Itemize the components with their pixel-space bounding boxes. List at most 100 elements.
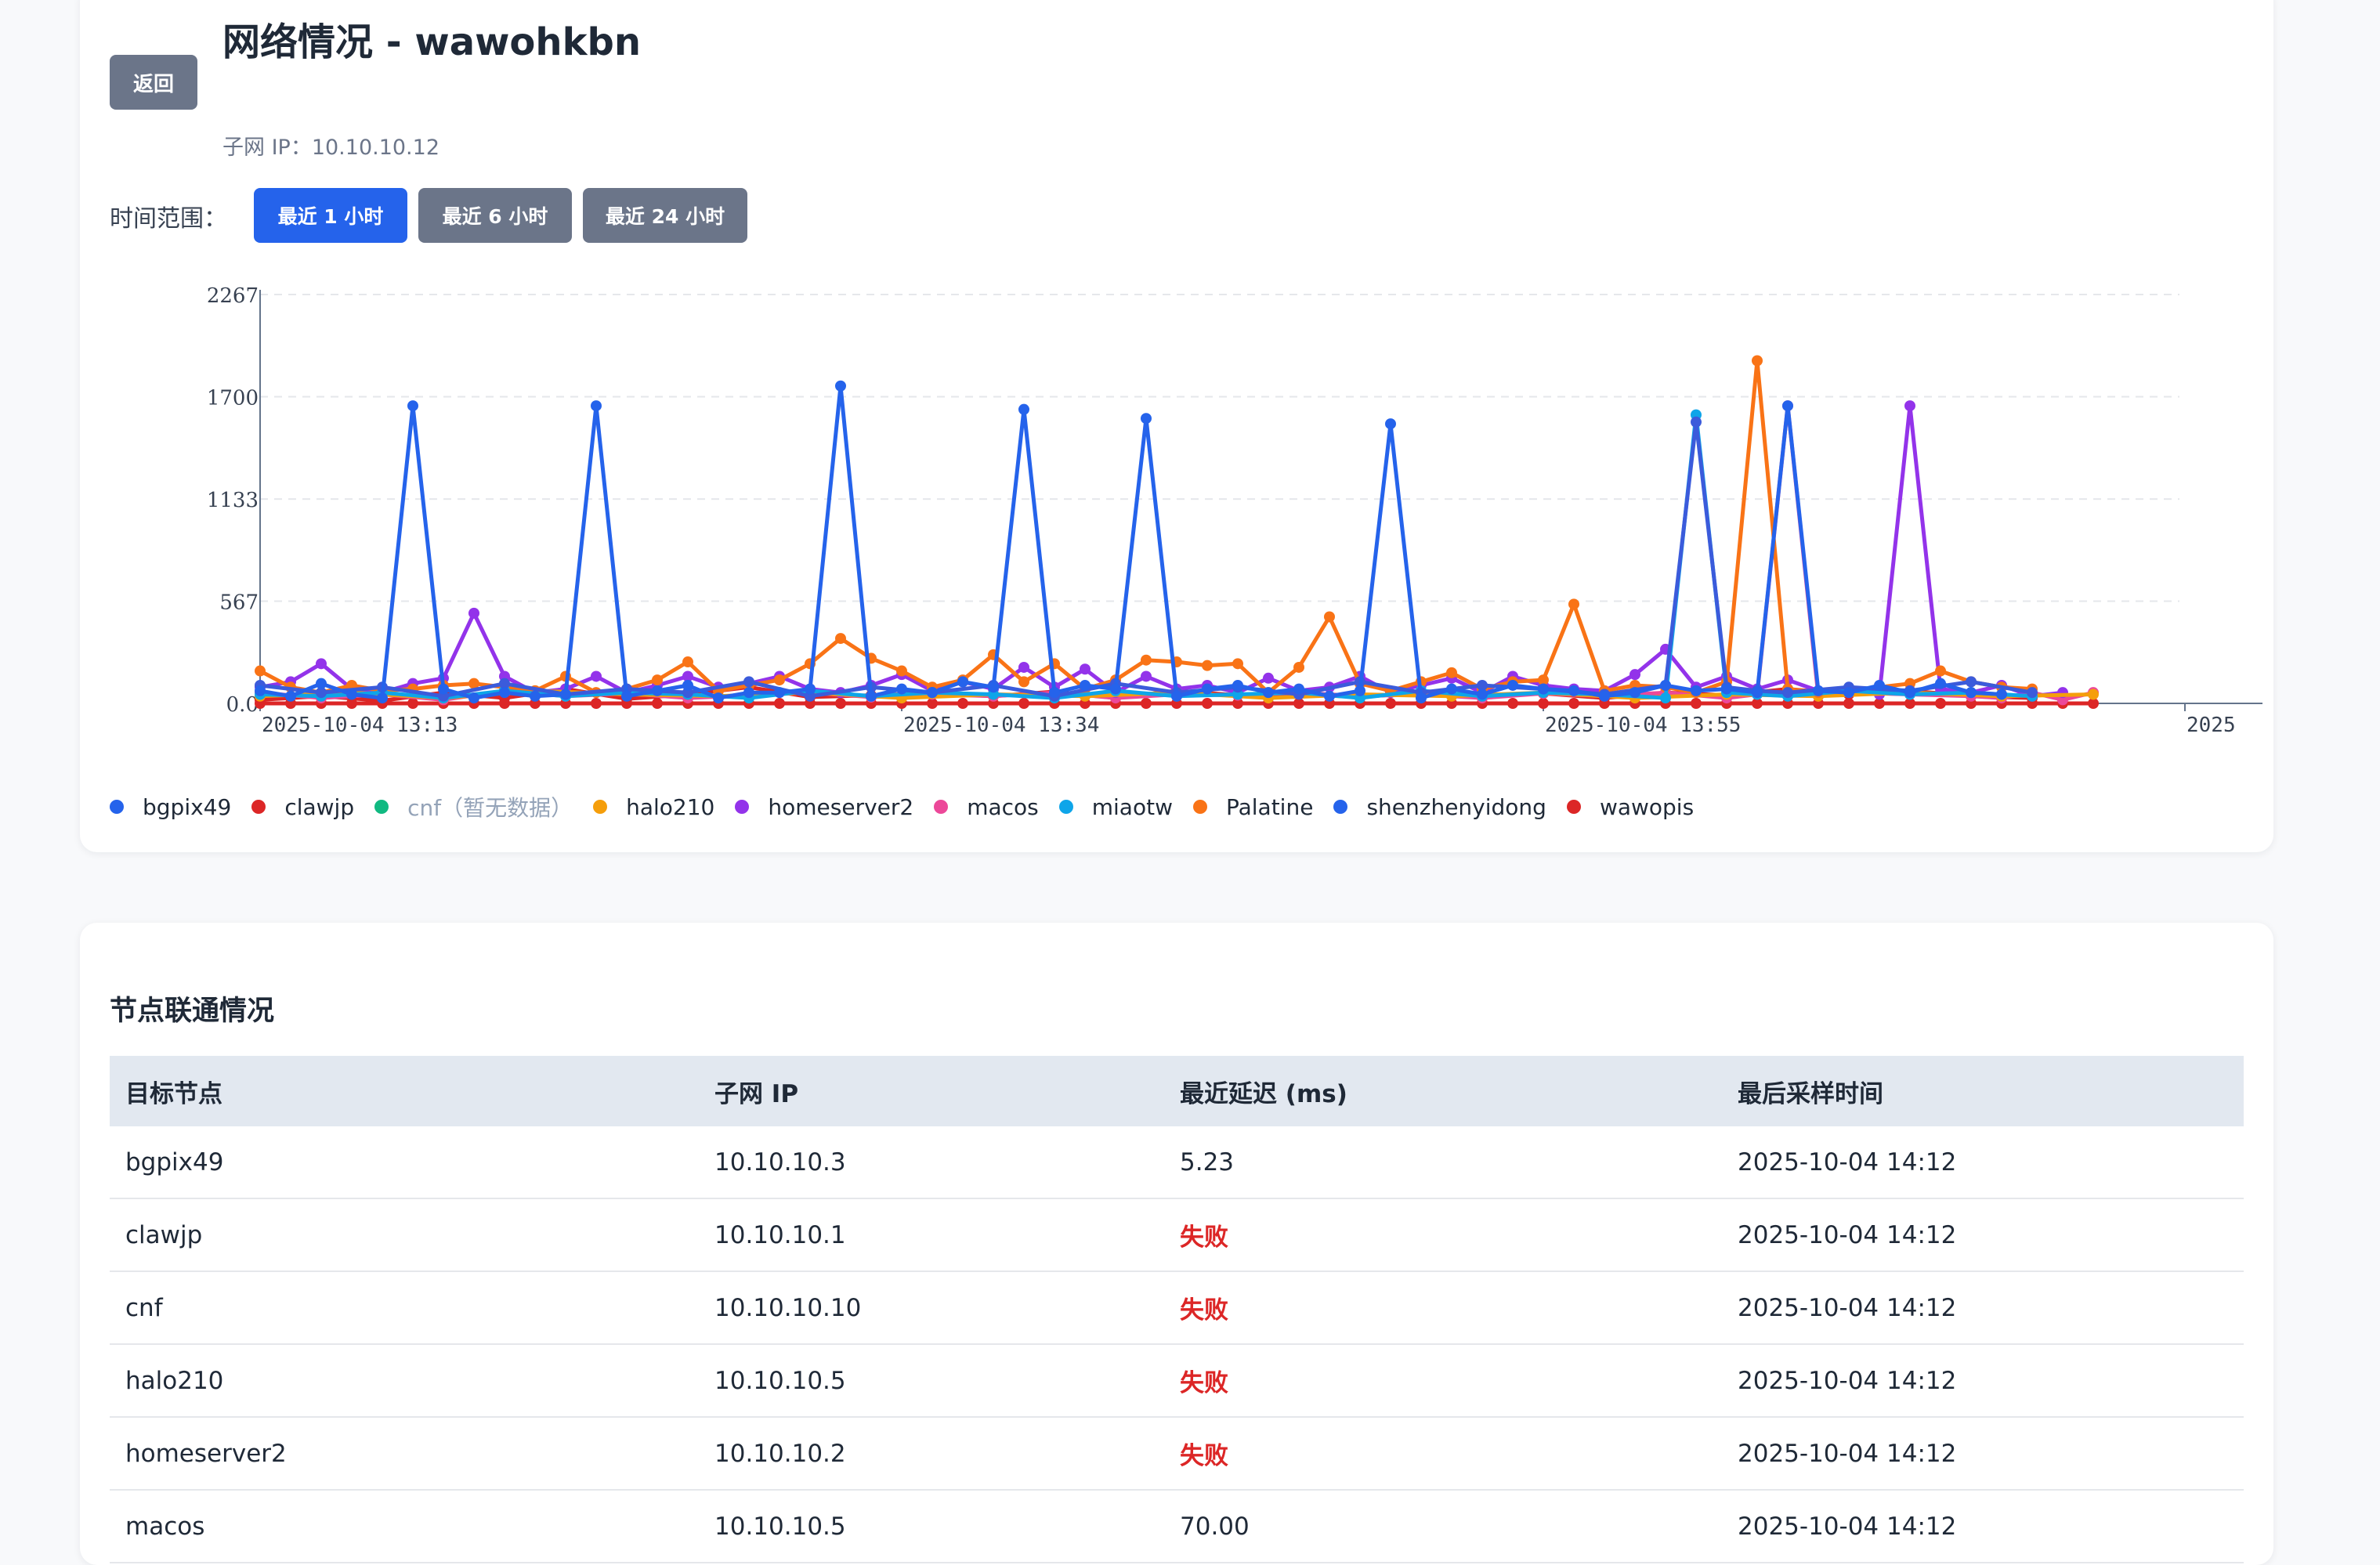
legend-item-clawjp[interactable]: clawjp (251, 794, 354, 820)
data-point-Palatine (1324, 611, 1335, 623)
data-point-bgpix49 (621, 690, 632, 702)
data-point-Palatine (682, 656, 693, 668)
legend-color-dot (374, 800, 389, 814)
data-point-halo210 (2088, 689, 2099, 700)
cell-sample-time: 2025-10-04 14:12 (1722, 1198, 2244, 1272)
x-tick-label: 2025 (2186, 714, 2236, 737)
data-point-wawopis (1691, 698, 1702, 709)
cell-target-node: halo210 (110, 1344, 699, 1418)
data-point-Palatine (1446, 667, 1457, 678)
data-point-bgpix49 (927, 687, 938, 699)
data-point-Palatine (1293, 661, 1304, 673)
data-point-bgpix49 (377, 692, 388, 704)
cell-latency: 70.00 (1164, 1490, 1722, 1563)
legend-item-palatine[interactable]: Palatine (1192, 794, 1313, 820)
y-tick-label: 2267 (207, 284, 259, 308)
data-point-bgpix49 (1721, 683, 1732, 695)
data-point-Palatine (1935, 665, 1946, 677)
data-point-bgpix49 (1904, 687, 1915, 699)
column-header-latency: 最近延迟 (ms) (1180, 1079, 1347, 1108)
column-header-target-node: 目标节点 (125, 1079, 222, 1108)
table-row: macos 10.10.10.5 70.00 2025-10-04 14:12 (110, 1490, 2244, 1563)
legend-label: halo210 (626, 793, 715, 820)
data-point-homeserver2 (468, 607, 479, 619)
cell-sample-time: 2025-10-04 14:12 (1722, 1417, 2244, 1491)
cell-target-node: cnf (110, 1271, 699, 1345)
data-point-bgpix49 (1507, 679, 1518, 691)
legend-label: cnf（暂无数据） (407, 795, 573, 821)
legend-item-shenzhenyidong[interactable]: shenzhenyidong (1333, 794, 1546, 820)
data-point-shenzhenyidong (1691, 416, 1702, 428)
data-point-wawopis (1568, 698, 1579, 709)
data-point-bgpix49 (1935, 678, 1946, 689)
legend-color-dot (251, 800, 266, 814)
x-tick-label: 2025-10-04 13:55 (1545, 714, 1741, 737)
data-point-bgpix49 (713, 692, 724, 704)
legend-item-miaotw[interactable]: miaotw (1058, 793, 1173, 820)
data-point-bgpix49 (1752, 687, 1763, 699)
latency-line-chart: 0.0 567 1133 1700 2267 2025-10-04 13:13 2025-1… (207, 284, 2262, 737)
connectivity-table: 目标节点 子网 IP 最近延迟 (ms) 最后采样时间 bgpix49 10.10… (110, 1056, 2244, 1563)
legend-item-cnf[interactable]: cnf（暂无数据） (374, 791, 573, 822)
data-point-bgpix49 (255, 685, 266, 696)
series-line-Palatine (259, 359, 2033, 695)
data-point-bgpix49 (1232, 679, 1243, 691)
cell-latency: 失败 (1164, 1271, 1722, 1345)
data-point-bgpix49 (652, 685, 663, 696)
data-point-homeserver2 (591, 670, 602, 682)
legend-item-wawopis[interactable]: wawopis (1566, 794, 1694, 820)
data-point-bgpix49 (285, 690, 296, 702)
data-point-bgpix49 (1966, 687, 1977, 699)
data-point-Palatine (1232, 658, 1243, 670)
cell-target-node: bgpix49 (110, 1126, 699, 1199)
data-point-Palatine (1141, 654, 1152, 666)
data-point-bgpix49 (316, 678, 327, 689)
data-point-bgpix49 (1141, 413, 1152, 425)
legend-item-bgpix49[interactable]: bgpix49 (110, 794, 231, 820)
data-point-shenzhenyidong (743, 676, 754, 688)
legend-item-macos[interactable]: macos (934, 794, 1039, 820)
data-point-shenzhenyidong (1782, 687, 1793, 699)
cell-subnet-ip: 10.10.10.1 (699, 1198, 1164, 1272)
data-point-bgpix49 (1080, 679, 1091, 691)
data-point-bgpix49 (407, 400, 418, 412)
legend-label: homeserver2 (768, 793, 914, 820)
table-row: clawjp 10.10.10.1 失败 2025-10-04 14:12 (110, 1198, 2244, 1272)
data-point-wawopis (1538, 698, 1549, 709)
legend-label: miaotw (1091, 793, 1173, 820)
data-point-bgpix49 (866, 690, 877, 702)
data-point-bgpix49 (1385, 418, 1396, 430)
data-point-shenzhenyidong (2027, 687, 2038, 699)
data-point-Palatine (1752, 355, 1763, 367)
chart-legend: bgpix49 clawjp cnf（暂无数据） halo210 homeserver2… (110, 791, 1714, 822)
data-point-bgpix49 (1691, 685, 1702, 696)
cell-subnet-ip: 10.10.10.3 (699, 1126, 1164, 1199)
data-point-bgpix49 (743, 687, 754, 699)
data-point-bgpix49 (1629, 687, 1640, 699)
table-row: cnf 10.10.10.10 失败 2025-10-04 14:12 (110, 1271, 2244, 1345)
data-point-bgpix49 (1599, 690, 1610, 702)
data-point-Palatine (1018, 676, 1029, 688)
data-point-bgpix49 (1263, 687, 1274, 699)
x-tick-label: 2025-10-04 13:13 (262, 714, 458, 737)
legend-color-dot (593, 800, 608, 814)
data-point-bgpix49 (560, 689, 571, 700)
data-point-bgpix49 (1202, 683, 1213, 695)
data-point-bgpix49 (1782, 400, 1793, 412)
legend-label: shenzhenyidong (1366, 793, 1546, 820)
legend-item-halo210[interactable]: halo210 (593, 794, 714, 820)
table-header-row: 目标节点 子网 IP 最近延迟 (ms) 最后采样时间 (110, 1056, 2244, 1126)
data-point-wawopis (774, 698, 785, 709)
connectivity-section-title: 节点联通情况 (110, 996, 275, 1027)
data-point-bgpix49 (1660, 679, 1671, 691)
data-point-bgpix49 (896, 683, 907, 695)
legend-color-dot (1058, 800, 1073, 814)
legend-item-homeserver2[interactable]: homeserver2 (735, 794, 913, 820)
data-point-bgpix49 (682, 679, 693, 691)
cell-subnet-ip: 10.10.10.5 (699, 1490, 1164, 1563)
data-point-bgpix49 (1416, 692, 1427, 704)
cell-target-node: homeserver2 (110, 1417, 699, 1491)
legend-color-dot (1566, 800, 1581, 814)
column-header-sample-time: 最后采样时间 (1738, 1079, 1883, 1108)
data-point-bgpix49 (835, 380, 846, 392)
